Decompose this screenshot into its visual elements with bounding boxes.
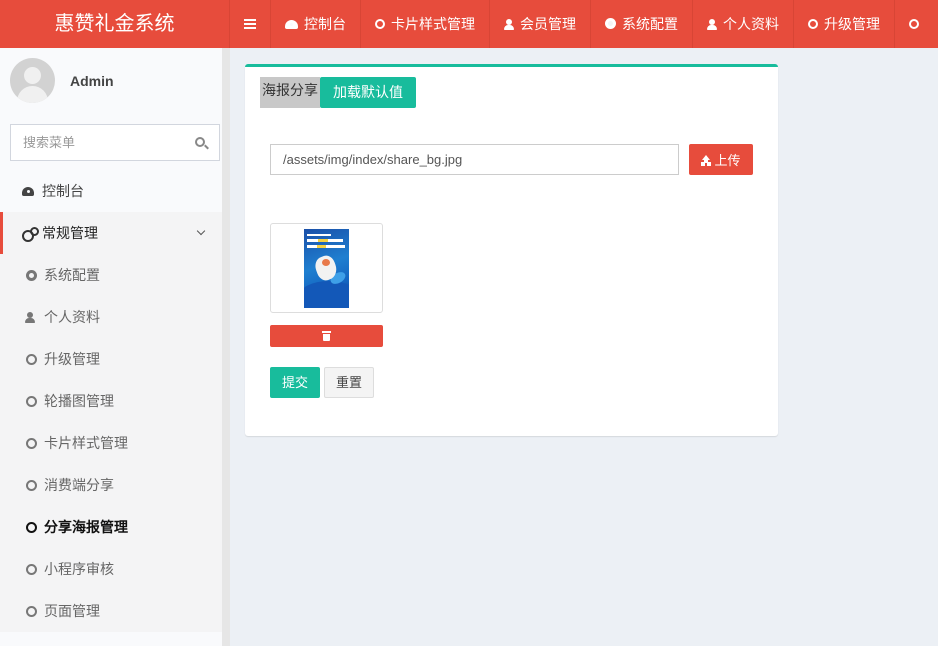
sidebar-item-miniprogram-review[interactable]: 小程序审核 xyxy=(0,548,222,590)
poster-settings-panel: 海报分享 加载默认值 /assets/img/index/share_bg.jp… xyxy=(245,64,778,436)
sidebar-item-label: 小程序审核 xyxy=(44,561,114,577)
sidebar-menu: 控制台 常规管理 系统配置 个人资料 升级管理 轮播图管理 卡片样式管理 消费端… xyxy=(0,170,222,632)
user-panel: Admin xyxy=(10,58,114,103)
sidebar-submenu: 系统配置 个人资料 升级管理 轮播图管理 卡片样式管理 消费端分享 分享海报管理… xyxy=(0,254,222,632)
upload-button[interactable]: 上传 xyxy=(689,144,753,175)
chevron-down-icon xyxy=(196,226,206,236)
topnav-label: 会员管理 xyxy=(520,16,576,32)
search-input[interactable] xyxy=(11,125,181,160)
circle-icon xyxy=(808,19,818,29)
image-preview[interactable] xyxy=(270,223,383,313)
sidebar-item-label: 页面管理 xyxy=(44,603,100,619)
sidebar-item-label: 消费端分享 xyxy=(44,477,114,493)
sidebar-item-label: 常规管理 xyxy=(42,225,98,241)
sidebar-item-page-manage[interactable]: 页面管理 xyxy=(0,590,222,632)
search-icon[interactable] xyxy=(195,137,205,147)
sidebar-item-label: 轮播图管理 xyxy=(44,393,114,409)
topnav-system-config[interactable]: 系统配置 xyxy=(591,0,693,48)
sidebar-item-share-poster[interactable]: 分享海报管理 xyxy=(0,506,222,548)
circle-icon xyxy=(909,19,919,29)
top-header: 惠赞礼金系统 控制台 卡片样式管理 会员管理 系统配置 个人资料 升级管理 xyxy=(0,0,938,48)
upload-label: 上传 xyxy=(714,153,741,168)
topnav-label: 系统配置 xyxy=(622,16,678,32)
load-default-button[interactable]: 加载默认值 xyxy=(320,77,416,108)
sidebar-item-carousel[interactable]: 轮播图管理 xyxy=(0,380,222,422)
sidebar-search xyxy=(10,124,220,161)
panel-toolbar: 海报分享 加载默认值 xyxy=(260,77,416,108)
sidebar-item-consumer-share[interactable]: 消费端分享 xyxy=(0,464,222,506)
topnav-card-style[interactable]: 卡片样式管理 xyxy=(361,0,490,48)
image-path-field[interactable]: /assets/img/index/share_bg.jpg xyxy=(270,144,679,175)
topnav-upgrade[interactable]: 升级管理 xyxy=(794,0,895,48)
top-nav: 控制台 卡片样式管理 会员管理 系统配置 个人资料 升级管理 xyxy=(230,0,938,48)
menu-toggle-button[interactable] xyxy=(230,0,271,48)
circle-icon xyxy=(25,395,37,407)
sidebar: Admin 控制台 常规管理 系统配置 个人资料 升级管理 xyxy=(0,48,230,646)
gear-icon xyxy=(605,0,616,48)
sidebar-item-label: 卡片样式管理 xyxy=(44,435,128,451)
sidebar-item-upgrade[interactable]: 升级管理 xyxy=(0,338,222,380)
topnav-label: 卡片样式管理 xyxy=(391,16,475,32)
sidebar-item-label: 升级管理 xyxy=(44,351,100,367)
cogs-icon xyxy=(22,227,39,242)
gear-icon xyxy=(25,269,37,281)
tab-poster-share[interactable]: 海报分享 xyxy=(260,77,320,108)
dashboard-icon xyxy=(285,0,298,48)
sidebar-scrollbar[interactable] xyxy=(222,48,230,646)
circle-icon xyxy=(25,563,37,575)
trash-icon xyxy=(322,331,331,341)
topnav-label: 升级管理 xyxy=(824,16,880,32)
user-icon xyxy=(707,18,717,30)
delete-image-button[interactable] xyxy=(270,325,383,347)
submit-button[interactable]: 提交 xyxy=(270,367,320,398)
topnav-label: 个人资料 xyxy=(723,16,779,32)
sidebar-item-label: 控制台 xyxy=(42,183,84,199)
user-icon xyxy=(504,18,514,30)
sidebar-item-dashboard[interactable]: 控制台 xyxy=(0,170,222,212)
circle-icon xyxy=(25,605,37,617)
sidebar-item-label: 个人资料 xyxy=(44,309,100,325)
upload-icon xyxy=(701,154,711,165)
topnav-dashboard[interactable]: 控制台 xyxy=(271,0,361,48)
dashboard-icon xyxy=(22,185,34,197)
sidebar-item-profile[interactable]: 个人资料 xyxy=(0,296,222,338)
sidebar-item-label: 系统配置 xyxy=(44,267,100,283)
poster-thumbnail xyxy=(304,229,349,308)
sidebar-item-label: 分享海报管理 xyxy=(44,519,128,535)
circle-icon xyxy=(25,437,37,449)
circle-icon xyxy=(25,479,37,491)
sidebar-item-system-config[interactable]: 系统配置 xyxy=(0,254,222,296)
topnav-more[interactable] xyxy=(895,0,938,48)
topnav-members[interactable]: 会员管理 xyxy=(490,0,591,48)
avatar[interactable] xyxy=(10,58,55,103)
topnav-label: 控制台 xyxy=(304,16,346,32)
reset-button[interactable]: 重置 xyxy=(324,367,374,398)
sidebar-item-general[interactable]: 常规管理 xyxy=(0,212,222,254)
user-name: Admin xyxy=(70,72,114,89)
user-icon xyxy=(25,311,37,323)
sidebar-item-card-style[interactable]: 卡片样式管理 xyxy=(0,422,222,464)
circle-icon xyxy=(25,521,37,533)
menu-toggle-icon xyxy=(244,19,256,29)
brand-title[interactable]: 惠赞礼金系统 xyxy=(0,0,230,48)
circle-icon xyxy=(375,19,385,29)
topnav-profile[interactable]: 个人资料 xyxy=(693,0,794,48)
circle-icon xyxy=(25,353,37,365)
